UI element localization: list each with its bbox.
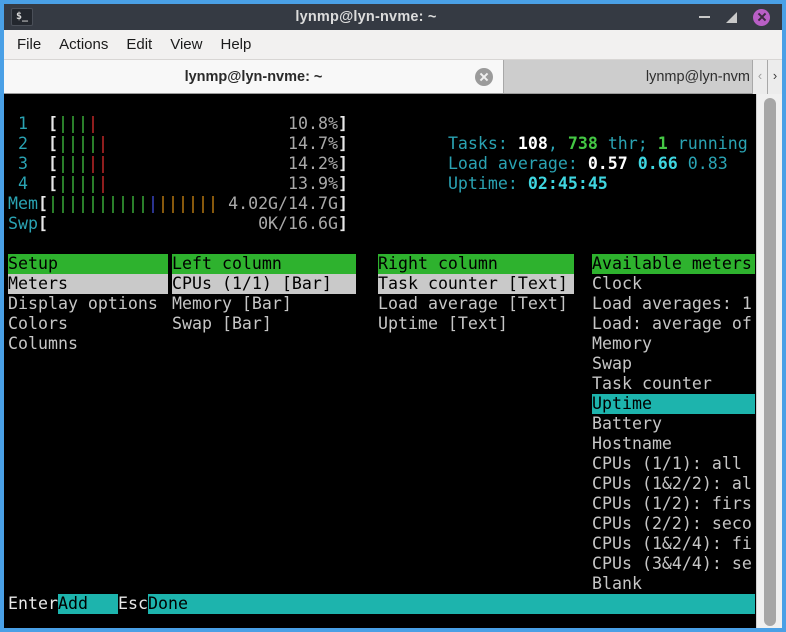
bracket: ] <box>338 214 348 234</box>
minimize-button[interactable] <box>699 16 710 18</box>
bracket: ] <box>338 174 348 194</box>
uptime-value: 02:45:45 <box>528 174 608 193</box>
terminal-icon: $_ <box>11 8 33 26</box>
panel-left-column: Left column CPUs (1/1) [Bar] Memory [Bar… <box>172 254 356 334</box>
avail-item-battery[interactable]: Battery <box>592 414 755 434</box>
swap-meter: Swp [ 0K/16.6G ] <box>4 214 756 234</box>
meter-bar: | <box>78 174 88 194</box>
load-average-line: Load average: 0.57 0.66 0.83 <box>4 134 756 154</box>
fn-done-button[interactable]: Done <box>148 594 755 614</box>
menu-edit[interactable]: Edit <box>117 30 161 60</box>
setup-item-meters[interactable]: Meters <box>8 274 168 294</box>
avail-item-cpus-2-2[interactable]: CPUs (2/2): seco <box>592 514 755 534</box>
terminal-scrollbar[interactable] <box>756 94 782 632</box>
meter-bar: | <box>128 194 138 214</box>
scrollbar-thumb[interactable] <box>764 98 776 626</box>
close-button[interactable] <box>753 9 770 26</box>
tab-inactive-title: lynmp@lyn-nvm <box>646 69 750 85</box>
tab-active[interactable]: lynmp@lyn-nvme: ~ <box>4 60 504 93</box>
panel-left-header: Left column <box>172 254 356 274</box>
meter-bar: | <box>148 194 158 214</box>
setup-item-columns[interactable]: Columns <box>8 334 168 354</box>
tab-active-title: lynmp@lyn-nvme: ~ <box>185 69 323 85</box>
tabbar: lynmp@lyn-nvme: ~ lynmp@lyn-nvm ‹ › <box>4 60 782 94</box>
avail-item-cpus-1-2[interactable]: CPUs (1/2): firs <box>592 494 755 514</box>
tab-scroll-right-icon[interactable]: › <box>767 60 782 94</box>
meter-bar: | <box>138 194 148 214</box>
bracket: [ <box>38 214 48 234</box>
meter-bar: | <box>88 174 98 194</box>
avail-item-blank[interactable]: Blank <box>592 574 755 594</box>
avail-item-cpus-12-4[interactable]: CPUs (1&2/4): fi <box>592 534 755 554</box>
menu-actions[interactable]: Actions <box>50 30 117 60</box>
panel-available-header: Available meters <box>592 254 755 274</box>
maximize-button[interactable] <box>726 12 737 23</box>
swap-label: Swp <box>8 214 38 234</box>
meter-bar: | <box>68 194 78 214</box>
avail-item-load-avgs[interactable]: Load averages: 1 <box>592 294 755 314</box>
avail-item-swap[interactable]: Swap <box>592 354 755 374</box>
avail-item-cpus-1-1[interactable]: CPUs (1/1): all <box>592 454 755 474</box>
avail-item-hostname[interactable]: Hostname <box>592 434 755 454</box>
meter-bar: | <box>68 174 78 194</box>
menu-file[interactable]: File <box>8 30 50 60</box>
right-item-load-average[interactable]: Load average [Text] <box>378 294 574 314</box>
function-bar: Enter Add Esc Done <box>4 594 756 614</box>
setup-item-colors[interactable]: Colors <box>8 314 168 334</box>
panel-setup: Setup Meters Display options Colors Colu… <box>8 254 168 354</box>
window-title: lynmp@lyn-nvme: ~ <box>33 9 699 25</box>
avail-item-uptime[interactable]: Uptime <box>592 394 755 414</box>
meter-bar: | <box>78 194 88 214</box>
meter-bar: | <box>48 194 58 214</box>
tasks-line: Tasks: 108, 738 thr; 1 running <box>4 114 756 134</box>
right-item-uptime[interactable]: Uptime [Text] <box>378 314 574 334</box>
tab-nav: ‹ › <box>752 60 782 93</box>
cpu4-bars: ||||| <box>58 174 108 194</box>
meter-bar: | <box>108 194 118 214</box>
memory-value: 4.02G/14.7G <box>178 194 338 214</box>
menu-view[interactable]: View <box>161 30 211 60</box>
avail-item-load-avg-of[interactable]: Load: average of <box>592 314 755 334</box>
menu-help[interactable]: Help <box>211 30 260 60</box>
swap-value: 0K/16.6G <box>178 214 338 234</box>
panel-setup-header: Setup <box>8 254 168 274</box>
menubar: File Actions Edit View Help <box>4 30 782 60</box>
left-item-swap[interactable]: Swap [Bar] <box>172 314 356 334</box>
key-enter[interactable]: Enter <box>8 594 58 614</box>
meter-bar: | <box>98 194 108 214</box>
terminal-window: $_ lynmp@lyn-nvme: ~ File Actions Edit V… <box>0 0 786 632</box>
right-item-task-counter[interactable]: Task counter [Text] <box>378 274 574 294</box>
cpu4-percent: 13.9% <box>178 174 338 194</box>
meter-bar: | <box>98 174 108 194</box>
meter-bar: | <box>118 194 128 214</box>
htop-screen: 1 [ |||| 10.8% ] 2 [ ||||| 14.7% ] 3 [ |… <box>4 94 756 632</box>
avail-item-cpus-34-4[interactable]: CPUs (3&4/4): se <box>592 554 755 574</box>
fn-add-button[interactable]: Add <box>58 594 118 614</box>
left-item-memory[interactable]: Memory [Bar] <box>172 294 356 314</box>
setup-item-display-options[interactable]: Display options <box>8 294 168 314</box>
tab-scroll-left-icon[interactable]: ‹ <box>752 60 767 94</box>
key-esc[interactable]: Esc <box>118 594 148 614</box>
uptime-label: Uptime: <box>448 174 528 193</box>
terminal-icon-glyph: $_ <box>16 11 28 22</box>
avail-item-memory[interactable]: Memory <box>592 334 755 354</box>
meter-bar: | <box>158 194 168 214</box>
avail-item-clock[interactable]: Clock <box>592 274 755 294</box>
bracket: ] <box>338 194 348 214</box>
left-item-cpus[interactable]: CPUs (1/1) [Bar] <box>172 274 356 294</box>
meter-bar: | <box>168 194 178 214</box>
meter-bar: | <box>88 194 98 214</box>
meter-bar: | <box>58 194 68 214</box>
panel-right-header: Right column <box>378 254 574 274</box>
avail-item-task-counter[interactable]: Task counter <box>592 374 755 394</box>
avail-item-cpus-12-2[interactable]: CPUs (1&2/2): al <box>592 474 755 494</box>
tab-inactive[interactable]: lynmp@lyn-nvm <box>504 60 752 93</box>
titlebar: $_ lynmp@lyn-nvme: ~ <box>4 4 782 30</box>
window-controls <box>699 9 770 26</box>
uptime-line: Uptime: 02:45:45 <box>4 154 756 174</box>
tab-close-icon[interactable] <box>475 68 493 86</box>
panel-right-column: Right column Task counter [Text] Load av… <box>378 254 574 334</box>
panel-available-meters: Available meters Clock Load averages: 1 … <box>592 254 755 594</box>
